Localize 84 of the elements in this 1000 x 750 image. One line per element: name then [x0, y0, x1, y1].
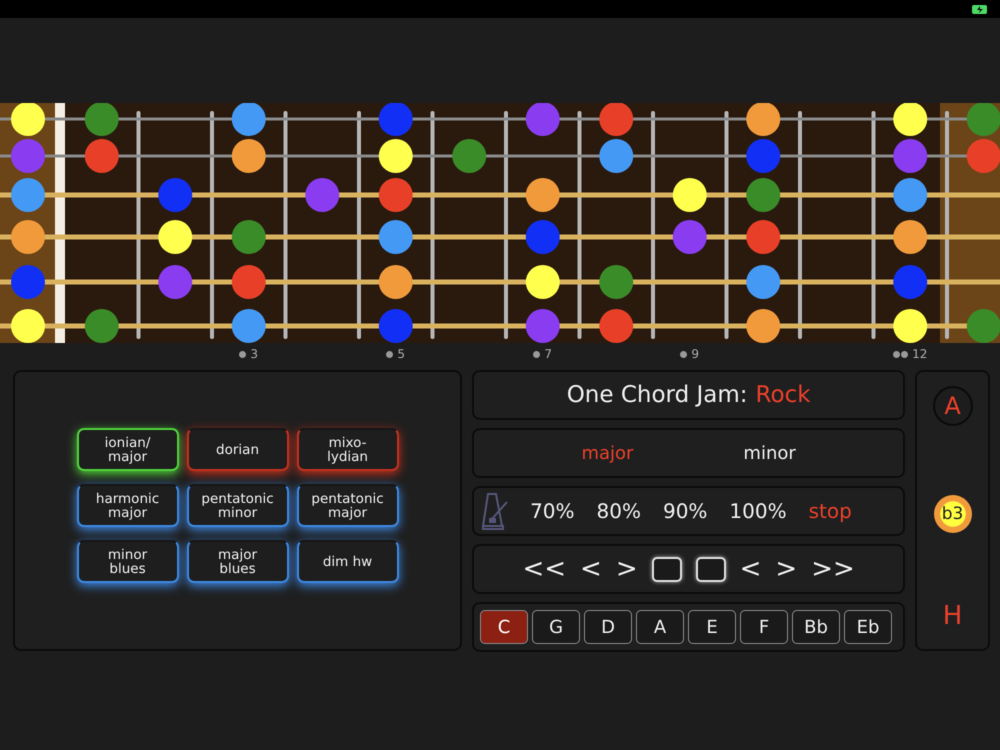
key-button[interactable]: G [532, 610, 580, 644]
nav-button[interactable]: << [522, 554, 566, 584]
note-dot[interactable] [378, 309, 413, 343]
scale-button[interactable]: mixo-lydian [296, 428, 399, 471]
scale-button[interactable]: harmonic major [76, 484, 179, 527]
key-button[interactable]: F [740, 610, 788, 644]
note-dot[interactable] [84, 139, 119, 173]
key-button[interactable]: Eb [844, 610, 892, 644]
note-dot[interactable] [305, 178, 340, 212]
tempo-option[interactable]: 100% [729, 499, 787, 523]
note-dot[interactable] [11, 178, 45, 212]
note-dot[interactable] [84, 309, 119, 343]
note-dot[interactable] [599, 265, 634, 299]
scale-button[interactable]: ionian/ major [76, 428, 179, 471]
note-dot[interactable] [232, 220, 266, 254]
note-dot[interactable] [378, 139, 413, 173]
metronome-icon [482, 492, 508, 530]
note-dot[interactable] [893, 139, 928, 173]
note-dot[interactable] [672, 220, 707, 254]
fret-number: 12 [912, 347, 928, 361]
note-dot[interactable] [599, 309, 634, 343]
note-dot[interactable] [746, 309, 780, 343]
note-dot[interactable] [672, 178, 707, 212]
key-button[interactable]: Bb [792, 610, 840, 644]
note-dot[interactable] [599, 139, 634, 173]
note-dot[interactable] [378, 178, 413, 212]
key-button[interactable]: A [636, 610, 684, 644]
note-dot[interactable] [746, 139, 780, 173]
scale-button[interactable]: pentatonic minor [186, 484, 289, 527]
note-dot[interactable] [11, 220, 45, 254]
tempo-option[interactable]: 90% [662, 499, 708, 523]
note-dot[interactable] [526, 265, 560, 299]
mode-option[interactable]: major [581, 442, 634, 464]
note-dot[interactable] [746, 220, 780, 254]
key-button[interactable]: C [480, 610, 528, 644]
jam-style[interactable]: Rock [756, 382, 811, 408]
square-button[interactable] [696, 556, 726, 582]
note-dot[interactable] [526, 220, 560, 254]
tempo-option[interactable]: 80% [596, 499, 641, 523]
note-dot[interactable] [378, 265, 413, 299]
scale-button[interactable]: minor blues [76, 540, 179, 583]
note-dot[interactable] [893, 220, 928, 254]
nav-button[interactable]: >> [811, 554, 855, 584]
note-dot[interactable] [158, 265, 192, 299]
note-dot[interactable] [378, 220, 413, 254]
fret-number: 5 [397, 347, 406, 361]
note-dot[interactable] [452, 139, 486, 173]
scale-button[interactable]: dorian [186, 428, 289, 471]
note-dot[interactable] [893, 309, 928, 343]
tempo-option[interactable]: stop [808, 499, 852, 523]
note-dot[interactable] [232, 139, 266, 173]
note-dot[interactable] [11, 265, 45, 299]
note-dot[interactable] [746, 265, 780, 299]
note-dot[interactable] [11, 309, 45, 343]
key-button[interactable]: D [584, 610, 632, 644]
interval-badge[interactable]: b3 [934, 494, 972, 532]
note-dot[interactable] [893, 178, 928, 212]
fret-number: 9 [691, 347, 700, 361]
note-dot[interactable] [11, 139, 45, 173]
note-dot[interactable] [232, 265, 266, 299]
nav-button[interactable]: > [775, 554, 798, 584]
square-button[interactable] [652, 556, 682, 582]
note-dot[interactable] [746, 178, 780, 212]
note-dot[interactable] [158, 220, 192, 254]
note-dot[interactable] [232, 309, 266, 343]
nav-button[interactable]: > [616, 554, 638, 584]
scale-button[interactable]: pentatonic major [296, 484, 399, 527]
mode-option[interactable]: minor [743, 442, 796, 464]
letter-button[interactable]: H [942, 601, 962, 631]
note-dot[interactable] [158, 178, 192, 212]
key-button[interactable]: E [688, 610, 736, 644]
fret-number: 3 [250, 347, 258, 361]
fret-number: 7 [544, 347, 552, 361]
scale-button[interactable]: dim hw [296, 540, 399, 583]
note-dot[interactable] [526, 309, 560, 343]
ring-button[interactable]: A [932, 386, 973, 426]
nav-button[interactable]: < [580, 554, 602, 584]
note-dot[interactable] [893, 265, 928, 299]
scale-button[interactable]: major blues [186, 540, 289, 583]
nav-button[interactable]: < [740, 554, 762, 584]
battery-icon [972, 4, 988, 14]
note-dot[interactable] [526, 178, 560, 212]
tempo-option[interactable]: 70% [530, 499, 575, 523]
jam-title: One Chord Jam: [566, 382, 748, 408]
